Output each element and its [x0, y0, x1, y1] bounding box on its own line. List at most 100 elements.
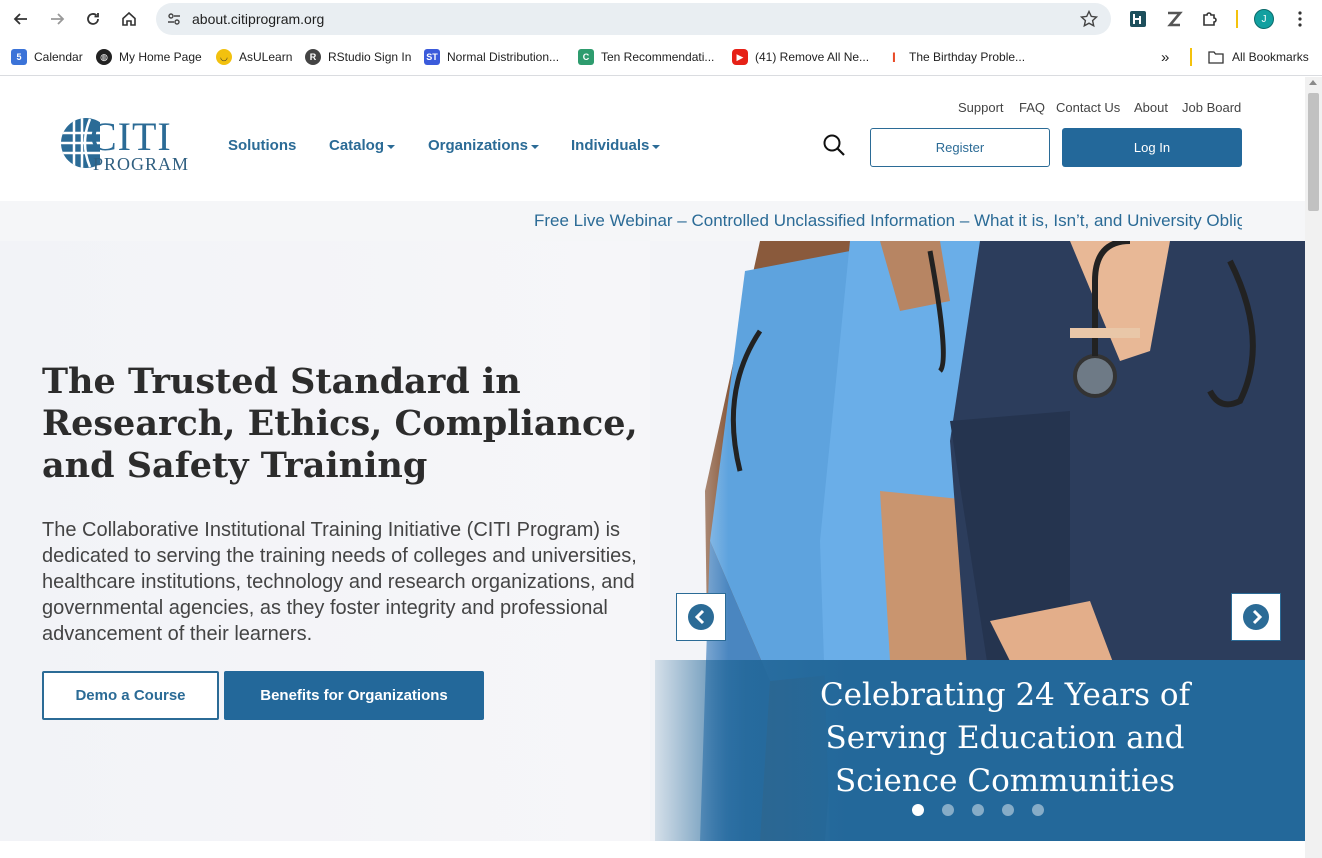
carousel-caption: Celebrating 24 Years of Serving Educatio…: [655, 660, 1305, 841]
carousel-caption-text: Celebrating 24 Years of Serving Educatio…: [819, 677, 1191, 799]
reload-icon: [87, 13, 99, 25]
carousel-dot-5[interactable]: [1032, 804, 1044, 816]
carousel-dot-3[interactable]: [972, 804, 984, 816]
bookmark-label: Normal Distribution...: [447, 50, 560, 64]
youtube-icon: ▶: [732, 49, 748, 65]
hero-section: The Trusted Standard in Research, Ethics…: [0, 241, 1305, 841]
chevron-double-right-icon: »: [1161, 48, 1170, 66]
nav-label: Individuals: [571, 137, 650, 154]
nav-label: Organizations: [428, 137, 529, 154]
st-icon: ST: [424, 49, 440, 65]
util-nav-job-board[interactable]: Job Board: [1182, 100, 1241, 115]
url-text[interactable]: about.citiprogram.org: [192, 11, 324, 27]
logo-wordmark-citi: CITI: [90, 114, 172, 159]
util-nav-contact-us[interactable]: Contact Us: [1056, 100, 1120, 115]
announcement-ticker: Free Live Webinar – Controlled Unclassif…: [0, 201, 1305, 241]
nav-individuals[interactable]: Individuals: [571, 137, 661, 154]
all-bookmarks-button[interactable]: All Bookmarks: [1208, 47, 1309, 67]
puzzle-icon: [1203, 12, 1217, 26]
bookmark-label: AsULearn: [239, 50, 293, 64]
benefits-organizations-button[interactable]: Benefits for Organizations: [224, 671, 484, 720]
bookmarks-bar: 5 Calendar ◍ My Home Page ◡ AsULearn R R…: [0, 38, 1322, 76]
bookmark-youtube[interactable]: ▶ (41) Remove All Ne...: [732, 47, 869, 67]
nav-label: Solutions: [228, 137, 297, 154]
reload-button[interactable]: [81, 7, 105, 31]
back-button[interactable]: [9, 7, 33, 31]
bookmark-ten-recommendations[interactable]: C Ten Recommendati...: [578, 47, 714, 67]
scroll-up-icon[interactable]: [1309, 80, 1317, 85]
bookmark-label: (41) Remove All Ne...: [755, 50, 870, 64]
caret-down-icon: [652, 144, 661, 149]
hero-description: The Collaborative Institutional Training…: [42, 519, 637, 645]
demo-course-button[interactable]: Demo a Course: [42, 671, 219, 720]
illinois-icon: I: [886, 49, 902, 65]
bookmark-star-icon[interactable]: [1079, 9, 1099, 29]
util-nav-support[interactable]: Support: [958, 100, 1004, 115]
ticker-link[interactable]: Free Live Webinar – Controlled Unclassif…: [534, 211, 1242, 231]
nav-organizations[interactable]: Organizations: [428, 137, 540, 154]
extension-z-icon: [1167, 11, 1183, 27]
browser-chrome: about.citiprogram.org J 5 Calendar ◍ My …: [0, 0, 1322, 77]
rstudio-icon: R: [305, 49, 321, 65]
asulearn-icon: ◡: [216, 49, 232, 65]
bookmark-label: Ten Recommendati...: [601, 50, 715, 64]
citi-logo[interactable]: CITI PROGRAM: [60, 114, 188, 177]
bookmarks-divider: [1190, 48, 1192, 66]
all-bookmarks-label: All Bookmarks: [1232, 50, 1309, 64]
profile-button[interactable]: J: [1253, 8, 1275, 30]
extension-z[interactable]: [1163, 8, 1185, 30]
extension-h[interactable]: [1127, 8, 1149, 30]
scrollbar-thumb[interactable]: [1308, 93, 1319, 211]
journal-icon: C: [578, 49, 594, 65]
folder-icon: [1208, 51, 1224, 64]
carousel-dot-2[interactable]: [942, 804, 954, 816]
carousel-dot-4[interactable]: [1002, 804, 1014, 816]
benefits-organizations-label: Benefits for Organizations: [260, 687, 448, 704]
register-button[interactable]: Register: [870, 128, 1050, 167]
address-bar[interactable]: about.citiprogram.org: [156, 3, 1111, 35]
caret-down-icon: [531, 144, 540, 149]
login-button[interactable]: Log In: [1062, 128, 1242, 167]
bookmark-rstudio[interactable]: R RStudio Sign In: [305, 47, 411, 67]
arrow-right-icon: [51, 13, 65, 25]
home-icon: [122, 11, 136, 26]
carousel-prev-button[interactable]: [676, 593, 726, 641]
extensions-button[interactable]: [1199, 8, 1221, 30]
nav-solutions[interactable]: Solutions: [228, 137, 296, 154]
forward-button[interactable]: [45, 7, 69, 31]
bookmark-label: My Home Page: [119, 50, 202, 64]
extension-h-icon: [1130, 11, 1146, 27]
site-header: CITI PROGRAM Solutions Catalog Organizat…: [0, 77, 1305, 201]
chevron-right-circle-icon: [1243, 604, 1269, 630]
bookmark-label: The Birthday Proble...: [909, 50, 1026, 64]
bookmark-calendar[interactable]: 5 Calendar: [11, 47, 83, 67]
util-nav-faq[interactable]: FAQ: [1019, 100, 1045, 115]
site-settings-icon[interactable]: [166, 11, 182, 27]
browser-toolbar: about.citiprogram.org J: [0, 0, 1322, 38]
util-nav-about[interactable]: About: [1134, 100, 1168, 115]
browser-menu-button[interactable]: [1289, 8, 1311, 30]
search-icon[interactable]: [822, 133, 846, 157]
carousel-pagination: [912, 804, 1044, 816]
bookmark-my-home-page[interactable]: ◍ My Home Page: [96, 47, 202, 67]
bookmark-asulearn[interactable]: ◡ AsULearn: [216, 47, 292, 67]
carousel-next-button[interactable]: [1231, 593, 1281, 641]
calendar-icon: 5: [11, 49, 27, 65]
nav-catalog[interactable]: Catalog: [329, 137, 396, 154]
nav-label: Catalog: [329, 137, 385, 154]
kebab-menu-icon: [1298, 11, 1302, 27]
chevron-left-circle-icon: [688, 604, 714, 630]
bookmark-birthday-problem[interactable]: I The Birthday Proble...: [886, 47, 1025, 67]
register-label: Register: [935, 140, 985, 155]
logo-wordmark-program: PROGRAM: [93, 154, 190, 174]
bookmarks-overflow-button[interactable]: »: [1161, 47, 1169, 67]
bookmark-normal-distribution[interactable]: ST Normal Distribution...: [424, 47, 559, 67]
demo-course-label: Demo a Course: [75, 687, 186, 704]
page-scrollbar[interactable]: [1305, 77, 1322, 858]
home-button[interactable]: [117, 7, 141, 31]
globe-icon: ◍: [96, 49, 112, 65]
caret-down-icon: [387, 144, 396, 149]
carousel-dot-1[interactable]: [912, 804, 924, 816]
bookmark-label: Calendar: [34, 50, 83, 64]
bookmark-label: RStudio Sign In: [328, 50, 412, 64]
